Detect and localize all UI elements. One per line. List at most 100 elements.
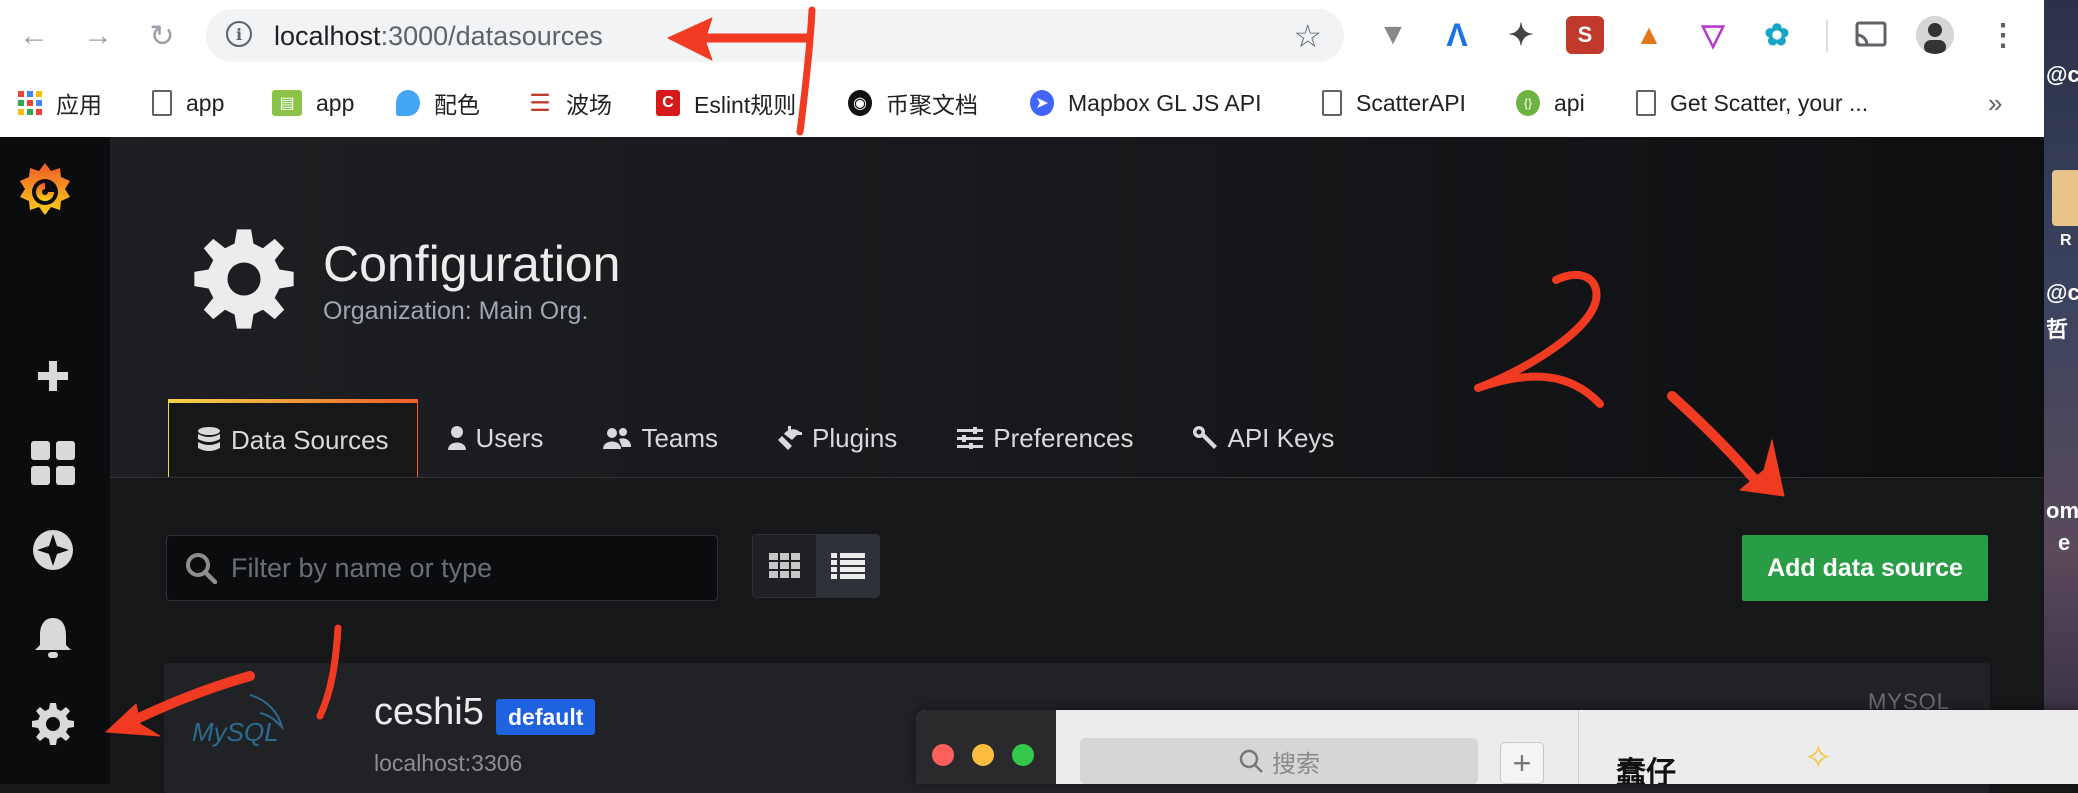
users-icon — [603, 427, 632, 449]
close-window-button[interactable] — [932, 744, 954, 766]
site-info-icon[interactable]: i — [226, 21, 252, 47]
grid-view-icon[interactable] — [753, 535, 816, 597]
create-icon[interactable] — [25, 348, 80, 403]
extension-s-icon[interactable]: S — [1566, 16, 1604, 54]
bookmark-app-2[interactable]: ▤ app — [272, 83, 354, 123]
apps-grid-icon — [18, 90, 42, 116]
wrench-icon — [1193, 426, 1218, 450]
page-title: Configuration — [323, 236, 621, 292]
list-view-icon[interactable] — [816, 535, 879, 597]
default-badge: default — [496, 699, 596, 735]
grafana-logo-icon[interactable] — [14, 159, 76, 221]
search-icon — [185, 552, 217, 584]
address-bar[interactable]: i localhost:3000/datasources ☆ — [206, 9, 1344, 62]
user-icon — [447, 426, 466, 450]
bookmark-scatterapi[interactable]: ScatterAPI — [1322, 83, 1466, 123]
search-icon — [1239, 749, 1263, 773]
tab-api-keys[interactable]: API Keys — [1163, 399, 1364, 477]
strip-text: ome — [2046, 498, 2078, 523]
tab-preferences[interactable]: Preferences — [927, 399, 1163, 477]
bookmark-getscatter[interactable]: Get Scatter, your ... — [1636, 83, 1868, 123]
bookmark-mapbox[interactable]: ➤ Mapbox GL JS API — [1030, 83, 1261, 123]
mysql-logo-icon: MySQL — [190, 693, 300, 753]
desktop-background-strip: @co R @co 哲 ome e — [2044, 0, 2078, 784]
bookmark-api[interactable]: {} api — [1516, 83, 1585, 123]
bookmark-tron[interactable]: ☰ 波场 — [528, 83, 612, 123]
dizzy-star-icon: ✧ — [1804, 739, 1833, 777]
extension-a-icon[interactable]: Λ — [1438, 16, 1476, 54]
tab-plugins[interactable]: Plugins — [748, 399, 927, 477]
window-titlebar-left — [916, 710, 1056, 784]
app-car-icon: ▤ — [272, 90, 302, 116]
extension-swirl-icon[interactable]: ✿ — [1758, 16, 1796, 54]
grafana-sidebar — [0, 137, 110, 784]
wechat-window: 搜索 + 蠢仔 ✧ — [916, 710, 2078, 784]
bookmark-star-icon[interactable]: ☆ — [1293, 17, 1322, 55]
add-data-source-button[interactable]: Add data source — [1742, 535, 1988, 601]
datasource-name[interactable]: ceshi5 — [374, 691, 484, 734]
browser-chrome: ← → ↻ i localhost:3000/datasources ☆ ▼ Λ… — [0, 0, 2044, 138]
tab-bar: Data Sources Users Teams Plugins Prefere… — [168, 399, 1364, 477]
bookmark-color[interactable]: 配色 — [396, 83, 480, 123]
cast-icon[interactable] — [1852, 16, 1890, 54]
page-subtitle: Organization: Main Org. — [323, 297, 589, 325]
page-icon — [152, 90, 172, 116]
tron-glyph-icon: ☰ — [529, 89, 551, 117]
browser-toolbar: ← → ↻ i localhost:3000/datasources ☆ ▼ Λ… — [0, 0, 2044, 73]
bookmark-app-1[interactable]: app — [152, 83, 224, 123]
chat-title: 蠢仔 — [1616, 757, 1676, 784]
mysql-logo-text: MySQL — [192, 717, 279, 747]
strip-text: 哲 — [2046, 317, 2069, 342]
menu-kebab-icon[interactable]: ⋮ — [1984, 16, 2022, 54]
url-text[interactable]: localhost:3000/datasources — [274, 21, 603, 52]
configuration-page-icon — [192, 227, 296, 331]
metamask-icon[interactable]: ▲ — [1630, 16, 1668, 54]
database-icon — [197, 427, 221, 453]
swagger-icon: {} — [1516, 90, 1540, 116]
tron-icon[interactable]: ▽ — [1694, 16, 1732, 54]
page-icon — [1322, 90, 1342, 116]
strip-text: @co — [2046, 280, 2078, 305]
forward-icon[interactable]: → — [78, 16, 118, 56]
tab-users[interactable]: Users — [418, 399, 574, 477]
github-icon: ◉ — [848, 90, 872, 116]
bookmark-eslint[interactable]: C Eslint规则 — [656, 83, 796, 123]
page-header: Configuration Organization: Main Org. Da… — [110, 137, 2044, 478]
strip-text: e — [2058, 530, 2071, 555]
vue-devtools-icon[interactable]: ▼ — [1374, 16, 1412, 54]
minimize-window-button[interactable] — [972, 744, 994, 766]
pane-divider — [1578, 710, 1579, 784]
page-icon — [1636, 90, 1656, 116]
profile-avatar[interactable] — [1916, 16, 1954, 54]
plug-icon — [778, 426, 803, 450]
sliders-icon — [957, 427, 984, 449]
extension-star-icon[interactable]: ✦ — [1502, 16, 1540, 54]
chat-search-input[interactable]: 搜索 — [1080, 738, 1478, 784]
desktop-icon[interactable] — [2052, 170, 2078, 226]
strip-text: R — [2060, 232, 2072, 249]
bookmarks-overflow[interactable]: » — [1988, 83, 2002, 123]
main-content: Configuration Organization: Main Org. Da… — [110, 137, 2044, 793]
bookmark-apps[interactable]: 应用 — [18, 83, 102, 123]
alerting-bell-icon[interactable] — [25, 609, 80, 664]
layout-toggle — [752, 534, 880, 598]
back-icon[interactable]: ← — [14, 16, 54, 56]
tab-data-sources[interactable]: Data Sources — [168, 399, 418, 477]
datasource-url: localhost:3306 — [374, 750, 523, 776]
filter-input[interactable] — [229, 551, 693, 585]
explore-icon[interactable] — [25, 522, 80, 577]
eslint-icon: C — [656, 90, 680, 116]
reload-icon[interactable]: ↻ — [142, 16, 182, 56]
new-chat-button[interactable]: + — [1500, 742, 1544, 784]
dashboards-icon[interactable] — [25, 435, 80, 490]
bookmark-bijudoc[interactable]: ◉ 币聚文档 — [848, 83, 978, 123]
bookmarks-bar: 应用 app ▤ app 配色 ☰ 波场 C Eslint规则 ◉ 币聚文档 ➤… — [0, 73, 2044, 138]
mapbox-icon: ➤ — [1030, 90, 1054, 116]
color-drop-icon — [396, 90, 420, 116]
filter-box — [166, 535, 718, 601]
configuration-gear-icon[interactable] — [25, 696, 80, 751]
toolbar-divider — [1826, 20, 1828, 52]
zoom-window-button[interactable] — [1012, 744, 1034, 766]
tab-teams[interactable]: Teams — [573, 399, 748, 477]
strip-text: @co — [2046, 62, 2078, 87]
